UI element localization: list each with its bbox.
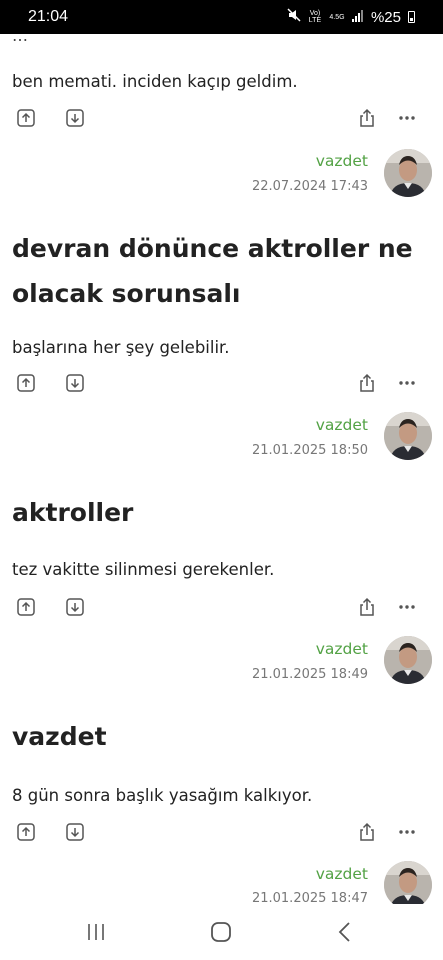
share-icon — [360, 108, 374, 127]
entry-text: 8 gün sonra başlık yasağım kalkıyor. — [12, 786, 313, 805]
avatar[interactable] — [384, 149, 432, 197]
back-button[interactable] — [330, 917, 360, 947]
status-bar: 21:04 Vo) LTE 4.5G %25 — [0, 0, 443, 34]
more-button[interactable] — [397, 108, 417, 128]
system-nav-bar — [0, 904, 443, 960]
arrow-down-box-icon — [66, 598, 84, 616]
recents-icon — [88, 924, 104, 940]
share-button[interactable] — [357, 373, 377, 393]
arrow-up-box-icon — [17, 598, 35, 616]
more-dots-icon — [399, 830, 415, 834]
share-button[interactable] — [357, 822, 377, 842]
entry-actions — [0, 822, 443, 846]
home-icon — [211, 922, 231, 942]
avatar[interactable] — [384, 636, 432, 684]
downvote-button[interactable] — [65, 822, 85, 842]
signal-icon — [351, 9, 364, 26]
upvote-button[interactable] — [16, 108, 36, 128]
battery-text: %25 — [370, 8, 401, 26]
entry-author[interactable]: vazdet — [316, 640, 368, 658]
entry-text: başlarına her şey gelebilir. — [12, 338, 230, 357]
upvote-button[interactable] — [16, 373, 36, 393]
upvote-button[interactable] — [16, 597, 36, 617]
entry-author[interactable]: vazdet — [316, 865, 368, 883]
entry-actions — [0, 108, 443, 132]
entry-text: tez vakitte silinmesi gerekenler. — [12, 560, 275, 579]
downvote-button[interactable] — [65, 597, 85, 617]
arrow-down-box-icon — [66, 374, 84, 392]
more-dots-icon — [399, 116, 415, 120]
entry-text: ben memati. inciden kaçıp geldim. — [12, 72, 298, 91]
user-avatar-image — [384, 636, 432, 684]
arrow-up-box-icon — [17, 374, 35, 392]
home-button[interactable] — [206, 917, 236, 947]
arrow-down-box-icon — [66, 823, 84, 841]
entry-date[interactable]: 21.01.2025 18:47 — [252, 891, 368, 904]
share-icon — [360, 373, 374, 392]
entry-actions — [0, 373, 443, 397]
more-button[interactable] — [397, 822, 417, 842]
clipped-text-fragment: … — [12, 34, 28, 45]
downvote-button[interactable] — [65, 108, 85, 128]
entry-actions — [0, 597, 443, 621]
avatar[interactable] — [384, 861, 432, 904]
battery-icon — [408, 11, 415, 23]
status-indicators: Vo) LTE 4.5G %25 — [287, 8, 415, 26]
entry-date[interactable]: 21.01.2025 18:50 — [252, 443, 368, 458]
recents-button[interactable] — [81, 917, 111, 947]
share-button[interactable] — [357, 108, 377, 128]
arrow-up-box-icon — [17, 823, 35, 841]
more-button[interactable] — [397, 597, 417, 617]
arrow-down-box-icon — [66, 109, 84, 127]
more-button[interactable] — [397, 373, 417, 393]
user-avatar-image — [384, 412, 432, 460]
back-icon — [338, 922, 350, 942]
status-time: 21:04 — [28, 8, 69, 25]
entry-title[interactable]: aktroller — [12, 490, 432, 535]
more-dots-icon — [399, 605, 415, 609]
user-avatar-image — [384, 861, 432, 904]
entry-title[interactable]: vazdet — [12, 714, 432, 759]
share-icon — [360, 822, 374, 841]
share-icon — [360, 597, 374, 616]
user-avatar-image — [384, 149, 432, 197]
share-button[interactable] — [357, 597, 377, 617]
volte-label: Vo) LTE — [308, 10, 322, 24]
network-label: 4.5G — [329, 13, 345, 21]
entry-feed[interactable]: … ben memati. inciden kaçıp geldim. vazd… — [0, 34, 443, 904]
avatar[interactable] — [384, 412, 432, 460]
entry-date[interactable]: 22.07.2024 17:43 — [252, 179, 368, 194]
arrow-up-box-icon — [17, 109, 35, 127]
entry-date[interactable]: 21.01.2025 18:49 — [252, 667, 368, 682]
upvote-button[interactable] — [16, 822, 36, 842]
entry-title[interactable]: devran dönünce aktroller ne olacak sorun… — [12, 226, 432, 316]
entry-author[interactable]: vazdet — [316, 416, 368, 434]
more-dots-icon — [399, 381, 415, 385]
downvote-button[interactable] — [65, 373, 85, 393]
entry-author[interactable]: vazdet — [316, 152, 368, 170]
mute-icon — [287, 8, 301, 26]
